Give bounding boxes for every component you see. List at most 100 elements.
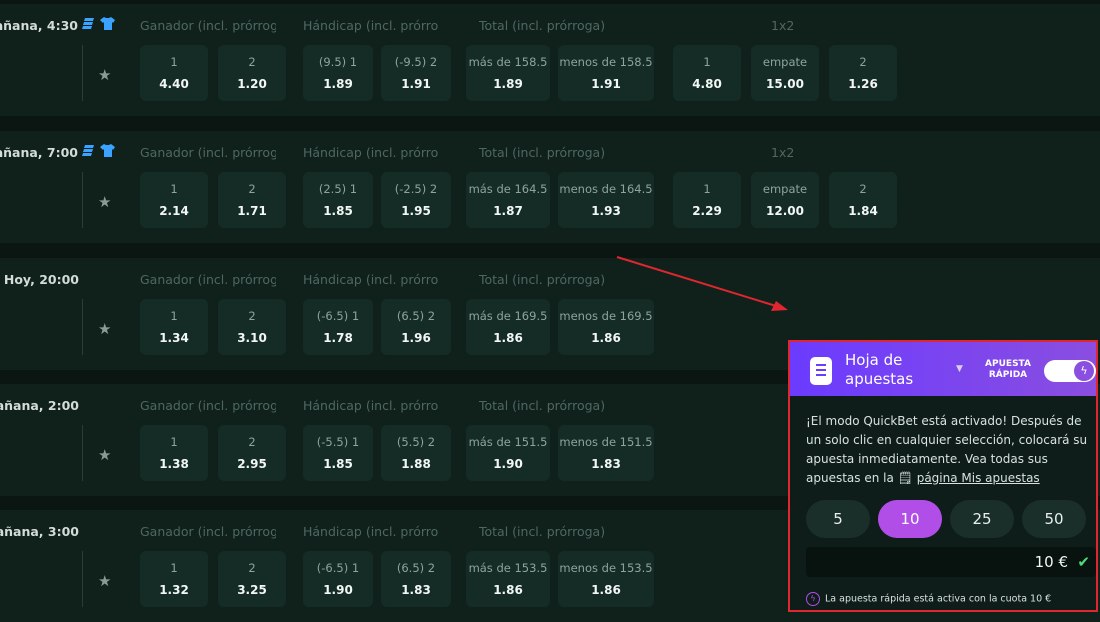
odds-button[interactable]: más de 158.5 1.89 <box>466 45 550 101</box>
odds-value: 1.34 <box>159 331 189 345</box>
odds-value: 4.80 <box>692 77 722 91</box>
stake-amount-button[interactable]: 50 <box>1022 500 1086 538</box>
odds-value: 1.71 <box>237 204 267 218</box>
odds-button[interactable]: menos de 151.5 1.83 <box>558 425 654 481</box>
quickbet-message: ¡El modo QuickBet está activado! Después… <box>806 414 1088 485</box>
odds-value: 3.10 <box>237 331 267 345</box>
odds-label: 1 <box>170 309 178 323</box>
odds-button[interactable]: menos de 169.5 1.86 <box>558 299 654 355</box>
market-header-total: Total (incl. prórroga) <box>479 18 606 33</box>
odds-button[interactable]: 2 3.25 <box>218 551 286 607</box>
odds-label: menos de 158.5 <box>559 55 653 69</box>
odds-label: (6.5) 2 <box>396 309 436 323</box>
odds-label: 2 <box>248 182 256 196</box>
odds-value: 1.91 <box>401 77 431 91</box>
odds-value: 1.83 <box>591 457 621 471</box>
odds-button[interactable]: empate 15.00 <box>751 45 819 101</box>
odds-value: 1.86 <box>591 583 621 597</box>
odds-button[interactable]: (5.5) 2 1.88 <box>381 425 451 481</box>
odds-value: 1.93 <box>591 204 621 218</box>
star-icon[interactable]: ★ <box>98 572 111 590</box>
odds-label: (-5.5) 1 <box>316 435 360 449</box>
star-icon[interactable]: ★ <box>98 320 111 338</box>
odds-button[interactable]: 2 1.84 <box>829 172 897 228</box>
odds-button[interactable]: (-9.5) 2 1.91 <box>381 45 451 101</box>
odds-button[interactable]: (-5.5) 1 1.85 <box>303 425 373 481</box>
bet-slip-title: Hoja de apuestas <box>845 351 914 388</box>
odds-label: (6.5) 2 <box>396 561 436 575</box>
odds-button[interactable]: menos de 158.5 1.91 <box>558 45 654 101</box>
odds-button[interactable]: (-6.5) 1 1.78 <box>303 299 373 355</box>
stake-amount-button[interactable]: 10 <box>878 500 942 538</box>
odds-button[interactable]: empate 12.00 <box>751 172 819 228</box>
odds-button[interactable]: (6.5) 2 1.83 <box>381 551 451 607</box>
odds-button[interactable]: más de 164.5 1.87 <box>466 172 550 228</box>
odds-label: (-6.5) 1 <box>316 561 360 575</box>
stake-amount-button[interactable]: 25 <box>950 500 1014 538</box>
star-icon[interactable]: ★ <box>98 66 111 84</box>
betslip-document-icon <box>810 357 832 385</box>
odds-button[interactable]: 2 1.26 <box>829 45 897 101</box>
event-time: Mañana, 7:00 <box>0 145 78 160</box>
odds-button[interactable]: 1 2.29 <box>673 172 741 228</box>
event-time: Mañana, 4:30 <box>0 18 78 33</box>
odds-button[interactable]: (2.5) 1 1.85 <box>303 172 373 228</box>
quickbet-toggle[interactable]: ϟ <box>1044 360 1096 382</box>
row-divider <box>82 551 83 607</box>
odds-button[interactable]: 2 1.71 <box>218 172 286 228</box>
odds-button[interactable]: más de 169.5 1.86 <box>466 299 550 355</box>
event-time: Mañana, 3:00 <box>0 524 79 539</box>
odds-label: más de 158.5 <box>468 55 548 69</box>
stake-input[interactable]: 10 € ✔ <box>806 547 1096 577</box>
odds-button[interactable]: (9.5) 1 1.89 <box>303 45 373 101</box>
odds-button[interactable]: 1 2.14 <box>140 172 208 228</box>
odds-value: 1.86 <box>493 583 523 597</box>
odds-button[interactable]: (6.5) 2 1.96 <box>381 299 451 355</box>
market-header-total: Total (incl. prórroga) <box>479 524 606 539</box>
caret-down-icon[interactable]: ▼ <box>956 364 963 374</box>
odds-value: 1.87 <box>493 204 523 218</box>
odds-value: 1.89 <box>323 77 353 91</box>
jersey-icon <box>100 15 115 34</box>
odds-value: 1.83 <box>401 583 431 597</box>
odds-button[interactable]: (-2.5) 2 1.95 <box>381 172 451 228</box>
market-header-winner: Ganador (incl. prórroga) <box>140 18 276 33</box>
odds-button[interactable]: (-6.5) 1 1.90 <box>303 551 373 607</box>
jersey-icon <box>100 142 115 161</box>
odds-label: más de 164.5 <box>468 182 548 196</box>
market-header-handicap: Hándicap (incl. prórroga) <box>303 524 439 539</box>
odds-button[interactable]: 1 4.40 <box>140 45 208 101</box>
odds-button[interactable]: más de 151.5 1.90 <box>466 425 550 481</box>
odds-label: más de 153.5 <box>468 561 548 575</box>
market-header-handicap: Hándicap (incl. prórroga) <box>303 398 439 413</box>
odds-button[interactable]: 1 1.38 <box>140 425 208 481</box>
odds-label: 2 <box>859 55 867 69</box>
odds-value: 2.95 <box>237 457 267 471</box>
market-header-winner: Ganador (incl. prórroga) <box>140 524 276 539</box>
check-icon: ✔ <box>1077 553 1090 571</box>
odds-button[interactable]: más de 153.5 1.86 <box>466 551 550 607</box>
odds-label: 1 <box>170 561 178 575</box>
odds-value: 1.91 <box>591 77 621 91</box>
stake-amount-button[interactable]: 5 <box>806 500 870 538</box>
odds-value: 1.20 <box>237 77 267 91</box>
odds-label: (-9.5) 2 <box>394 55 438 69</box>
odds-button[interactable]: menos de 164.5 1.93 <box>558 172 654 228</box>
odds-button[interactable]: 1 1.32 <box>140 551 208 607</box>
star-icon[interactable]: ★ <box>98 193 111 211</box>
odds-button[interactable]: 2 3.10 <box>218 299 286 355</box>
odds-button[interactable]: menos de 153.5 1.86 <box>558 551 654 607</box>
odds-value: 1.84 <box>848 204 878 218</box>
odds-value: 4.40 <box>159 77 189 91</box>
odds-button[interactable]: 2 2.95 <box>218 425 286 481</box>
odds-value: 1.96 <box>401 331 431 345</box>
bet-slip-header[interactable]: Hoja de apuestas ▼ APUESTA RÁPIDA ϟ <box>790 342 1096 396</box>
my-bets-link[interactable]: página Mis apuestas <box>917 471 1040 485</box>
star-icon[interactable]: ★ <box>98 446 111 464</box>
odds-button[interactable]: 2 1.20 <box>218 45 286 101</box>
market-header-onextwo: 1x2 <box>771 145 795 160</box>
row-divider <box>82 172 83 228</box>
odds-button[interactable]: 1 4.80 <box>673 45 741 101</box>
odds-button[interactable]: 1 1.34 <box>140 299 208 355</box>
odds-value: 1.90 <box>323 583 353 597</box>
